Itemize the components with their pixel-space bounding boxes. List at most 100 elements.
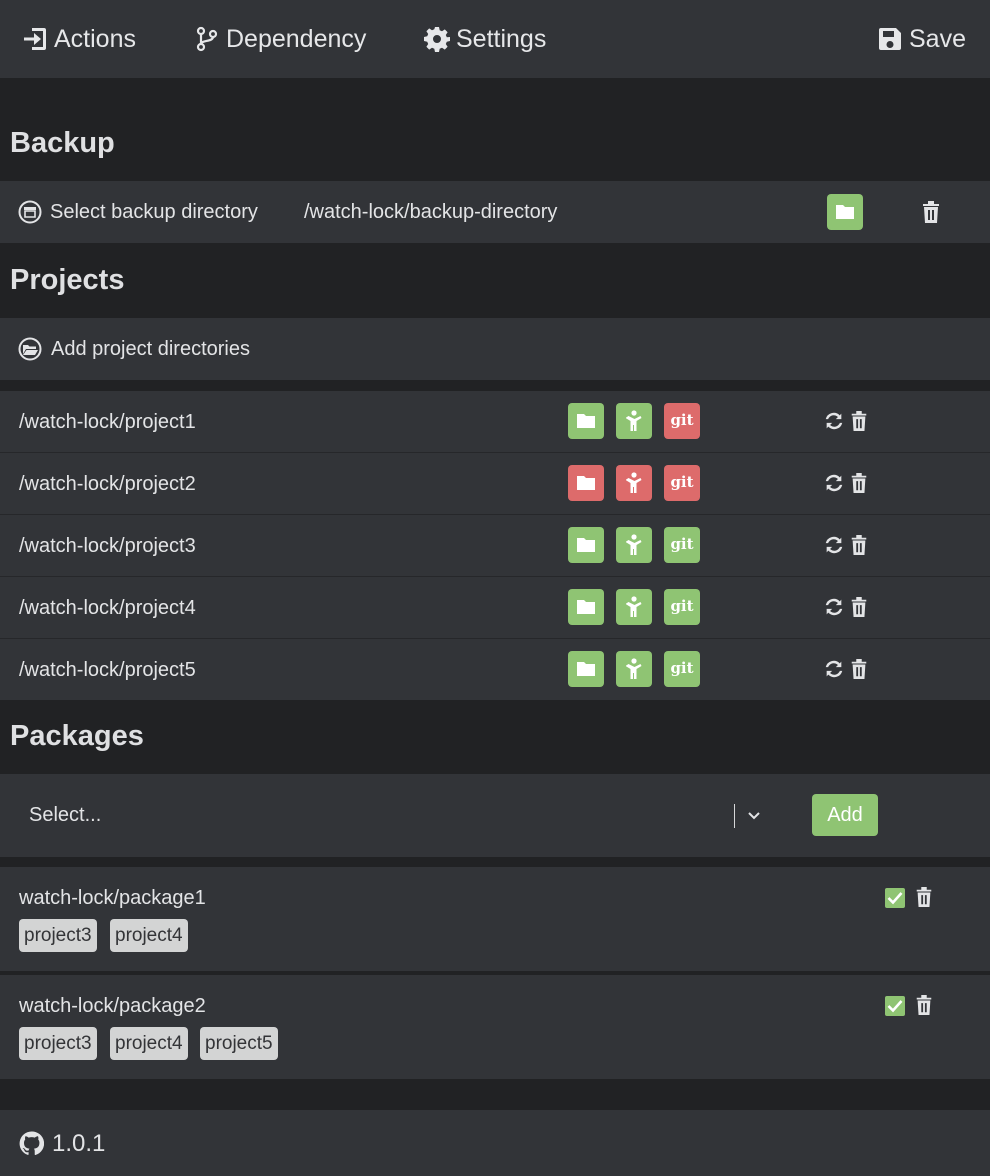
package-select-dropdown[interactable]: Select... xyxy=(12,782,772,848)
delete-project-button[interactable] xyxy=(849,658,869,680)
delete-project-button[interactable] xyxy=(849,410,869,432)
delete-package-button[interactable] xyxy=(914,886,934,908)
project-folder-status-button[interactable] xyxy=(568,651,604,687)
github-icon[interactable] xyxy=(19,1131,45,1161)
delete-project-button[interactable] xyxy=(849,534,869,556)
trash-icon xyxy=(916,995,932,1015)
git-label: git xyxy=(670,472,694,491)
project-git-status-button[interactable]: git xyxy=(664,651,700,687)
refresh-project-button[interactable] xyxy=(823,658,845,680)
delete-project-button[interactable] xyxy=(849,596,869,618)
trash-icon xyxy=(916,887,932,907)
folder-icon xyxy=(577,662,595,676)
check-icon xyxy=(887,1000,903,1013)
folder-icon xyxy=(577,476,595,490)
project-path: /watch-lock/project5 xyxy=(19,659,196,681)
trash-icon xyxy=(923,201,939,223)
backup-folder-status-button[interactable] xyxy=(827,194,863,230)
gear-icon xyxy=(424,26,450,52)
project-row: /watch-lock/project4 git xyxy=(0,577,990,638)
project-path: /watch-lock/project2 xyxy=(19,473,196,495)
select-backup-directory-label: Select backup directory xyxy=(50,201,258,223)
folder-icon xyxy=(577,538,595,552)
backup-section-title: Backup xyxy=(10,127,115,159)
project-path: /watch-lock/project4 xyxy=(19,597,196,619)
project-path: /watch-lock/project1 xyxy=(19,411,196,433)
project-path: /watch-lock/project3 xyxy=(19,535,196,557)
package-enabled-checkbox[interactable] xyxy=(885,996,905,1016)
project-tag: project4 xyxy=(110,1027,188,1060)
project-folder-status-button[interactable] xyxy=(568,465,604,501)
project-node-status-button[interactable] xyxy=(616,403,652,439)
sync-icon xyxy=(825,598,843,616)
project-tag: project4 xyxy=(110,919,188,952)
trash-icon xyxy=(851,659,867,679)
project-node-status-button[interactable] xyxy=(616,465,652,501)
package-enabled-checkbox[interactable] xyxy=(885,888,905,908)
refresh-project-button[interactable] xyxy=(823,596,845,618)
floppy-disk-icon xyxy=(877,26,903,52)
project-row: /watch-lock/project2 git xyxy=(0,453,990,514)
archive-icon xyxy=(18,200,42,229)
backup-panel: Select backup directory /watch-lock/back… xyxy=(0,181,990,243)
trash-icon xyxy=(851,597,867,617)
delete-package-button[interactable] xyxy=(914,994,934,1016)
sync-icon xyxy=(825,474,843,492)
sync-icon xyxy=(825,412,843,430)
folder-icon xyxy=(577,414,595,428)
project-git-status-button[interactable]: git xyxy=(664,465,700,501)
project-tag: project3 xyxy=(19,919,97,952)
package-row: watch-lock/package1 project3 project4 xyxy=(0,867,990,971)
child-figure-icon xyxy=(626,596,642,617)
git-label: git xyxy=(670,658,694,677)
add-projects-panel: Add project directories xyxy=(0,318,990,380)
refresh-project-button[interactable] xyxy=(823,472,845,494)
save-button[interactable]: Save xyxy=(877,0,966,78)
chevron-down-icon[interactable] xyxy=(747,809,761,828)
trash-icon xyxy=(851,473,867,493)
settings-menu-button[interactable]: Settings xyxy=(424,0,546,78)
project-row: /watch-lock/project5 git xyxy=(0,639,990,700)
project-tag: project5 xyxy=(200,1027,278,1060)
child-figure-icon xyxy=(626,534,642,555)
refresh-project-button[interactable] xyxy=(823,534,845,556)
check-icon xyxy=(887,892,903,905)
child-figure-icon xyxy=(626,658,642,679)
dependency-menu-button[interactable]: Dependency xyxy=(194,0,366,78)
package-row: watch-lock/package2 project3 project4 proje… xyxy=(0,975,990,1079)
actions-menu-button[interactable]: Actions xyxy=(22,0,136,78)
folder-icon xyxy=(836,205,854,219)
project-node-status-button[interactable] xyxy=(616,589,652,625)
git-label: git xyxy=(670,410,694,429)
settings-label: Settings xyxy=(456,24,547,53)
version-label: 1.0.1 xyxy=(52,1130,106,1157)
save-label: Save xyxy=(909,24,966,53)
project-folder-status-button[interactable] xyxy=(568,403,604,439)
delete-backup-button[interactable] xyxy=(920,200,942,224)
project-git-status-button[interactable]: git xyxy=(664,527,700,563)
child-figure-icon xyxy=(626,410,642,431)
footer: 1.0.1 xyxy=(0,1110,990,1176)
add-package-button[interactable]: Add xyxy=(812,794,878,836)
folder-open-icon xyxy=(18,337,42,366)
refresh-project-button[interactable] xyxy=(823,410,845,432)
package-name: watch-lock/package2 xyxy=(19,995,206,1017)
backup-directory-path: /watch-lock/backup-directory xyxy=(304,201,558,223)
project-folder-status-button[interactable] xyxy=(568,589,604,625)
project-row: /watch-lock/project1 git xyxy=(0,391,990,452)
project-git-status-button[interactable]: git xyxy=(664,589,700,625)
git-label: git xyxy=(670,596,694,615)
project-git-status-button[interactable]: git xyxy=(664,403,700,439)
project-node-status-button[interactable] xyxy=(616,527,652,563)
packages-section-title: Packages xyxy=(10,720,144,752)
select-backup-directory-button[interactable]: Select backup directory xyxy=(18,181,278,243)
add-project-directories-button[interactable]: Add project directories xyxy=(18,318,278,380)
project-folder-status-button[interactable] xyxy=(568,527,604,563)
git-label: git xyxy=(670,534,694,553)
folder-icon xyxy=(577,600,595,614)
child-figure-icon xyxy=(626,472,642,493)
trash-icon xyxy=(851,535,867,555)
delete-project-button[interactable] xyxy=(849,472,869,494)
code-branch-icon xyxy=(194,26,220,52)
project-node-status-button[interactable] xyxy=(616,651,652,687)
